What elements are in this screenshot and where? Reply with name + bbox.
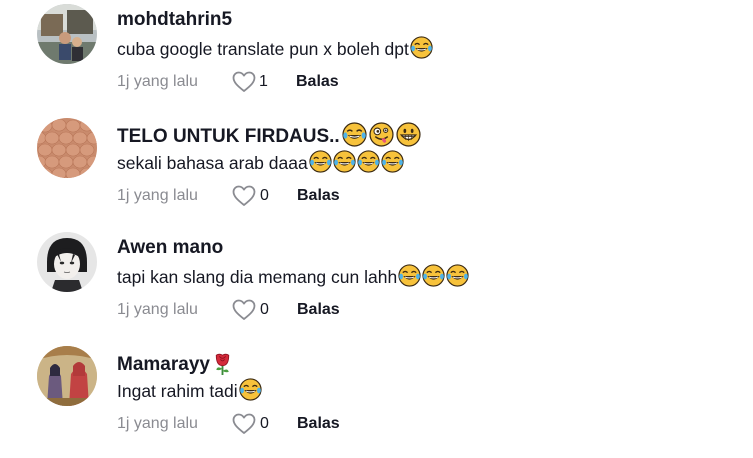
heart-outline-icon xyxy=(232,413,256,434)
comment-username[interactable]: TELO UNTUK FIRDAUS.. xyxy=(117,122,421,149)
comment-username[interactable]: mohdtahrin5 xyxy=(117,8,232,32)
tears-of-joy-emoji xyxy=(410,36,433,59)
comment-item: Awen mano tapi kan slang dia memang cun … xyxy=(0,228,753,342)
like-count: 0 xyxy=(260,187,269,204)
comment-text: tapi kan slang dia memang cun lahh xyxy=(117,264,469,289)
like-count: 1 xyxy=(259,73,268,90)
comment-meta: 1j yang lalu 0 Balas xyxy=(117,185,517,209)
comment-text-body: Ingat rahim tadi xyxy=(117,381,238,401)
avatar[interactable] xyxy=(37,118,97,178)
reply-button[interactable]: Balas xyxy=(297,301,340,319)
reply-button[interactable]: Balas xyxy=(296,73,339,91)
reply-button[interactable]: Balas xyxy=(297,415,340,433)
username-text: Awen mano xyxy=(117,237,224,258)
username-text: mohdtahrin5 xyxy=(117,9,233,30)
comment-time: 1j yang lalu xyxy=(117,187,198,204)
avatar[interactable] xyxy=(37,232,97,292)
like-button[interactable] xyxy=(232,71,256,93)
like-button[interactable] xyxy=(232,413,256,435)
comment-meta: 1j yang lalu 0 Balas xyxy=(117,299,517,323)
comment-time: 1j yang lalu xyxy=(117,301,198,318)
heart-outline-icon xyxy=(232,185,256,206)
tears-of-joy-emoji xyxy=(309,150,332,173)
comment-time: 1j yang lalu xyxy=(117,415,198,432)
comment-time: 1j yang lalu xyxy=(117,73,198,90)
tears-of-joy-emoji xyxy=(381,150,404,173)
comment-item: Mamarayy Ingat rahim tadi 1j yang lalu 0… xyxy=(0,342,753,456)
rose-emoji xyxy=(210,350,235,375)
reply-button[interactable]: Balas xyxy=(297,187,340,205)
like-button[interactable] xyxy=(232,299,256,321)
like-button[interactable] xyxy=(232,185,256,207)
comment-item: mohdtahrin5 cuba google translate pun x … xyxy=(0,0,753,114)
comment-text: sekali bahasa arab daaa xyxy=(117,150,404,175)
avatar[interactable] xyxy=(37,4,97,64)
comment-text: cuba google translate pun x boleh dpt xyxy=(117,36,433,61)
tears-of-joy-emoji xyxy=(398,264,421,287)
comment-username[interactable]: Awen mano xyxy=(117,236,223,260)
tears-of-joy-emoji xyxy=(357,150,380,173)
like-count: 0 xyxy=(260,301,269,318)
username-text: TELO UNTUK FIRDAUS.. xyxy=(117,126,340,147)
avatar[interactable] xyxy=(37,346,97,406)
tears-of-joy-emoji xyxy=(446,264,469,287)
comment-text-body: sekali bahasa arab daaa xyxy=(117,153,308,173)
comment-meta: 1j yang lalu 0 Balas xyxy=(117,413,517,437)
username-text: Mamarayy xyxy=(117,354,210,375)
tears-of-joy-emoji xyxy=(342,122,367,147)
comment-text-body: cuba google translate pun x boleh dpt xyxy=(117,39,409,59)
comment-username[interactable]: Mamarayy xyxy=(117,350,235,377)
comment-text: Ingat rahim tadi xyxy=(117,378,262,403)
grinning-face-emoji xyxy=(396,122,421,147)
heart-outline-icon xyxy=(232,71,256,92)
comment-item: TELO UNTUK FIRDAUS.. sekali bahasa arab … xyxy=(0,114,753,228)
zany-face-emoji xyxy=(369,122,394,147)
comment-meta: 1j yang lalu 1 Balas xyxy=(117,71,517,95)
tears-of-joy-emoji xyxy=(239,378,262,401)
tears-of-joy-emoji xyxy=(422,264,445,287)
like-count: 0 xyxy=(260,415,269,432)
tears-of-joy-emoji xyxy=(333,150,356,173)
comment-text-body: tapi kan slang dia memang cun lahh xyxy=(117,267,398,287)
heart-outline-icon xyxy=(232,299,256,320)
